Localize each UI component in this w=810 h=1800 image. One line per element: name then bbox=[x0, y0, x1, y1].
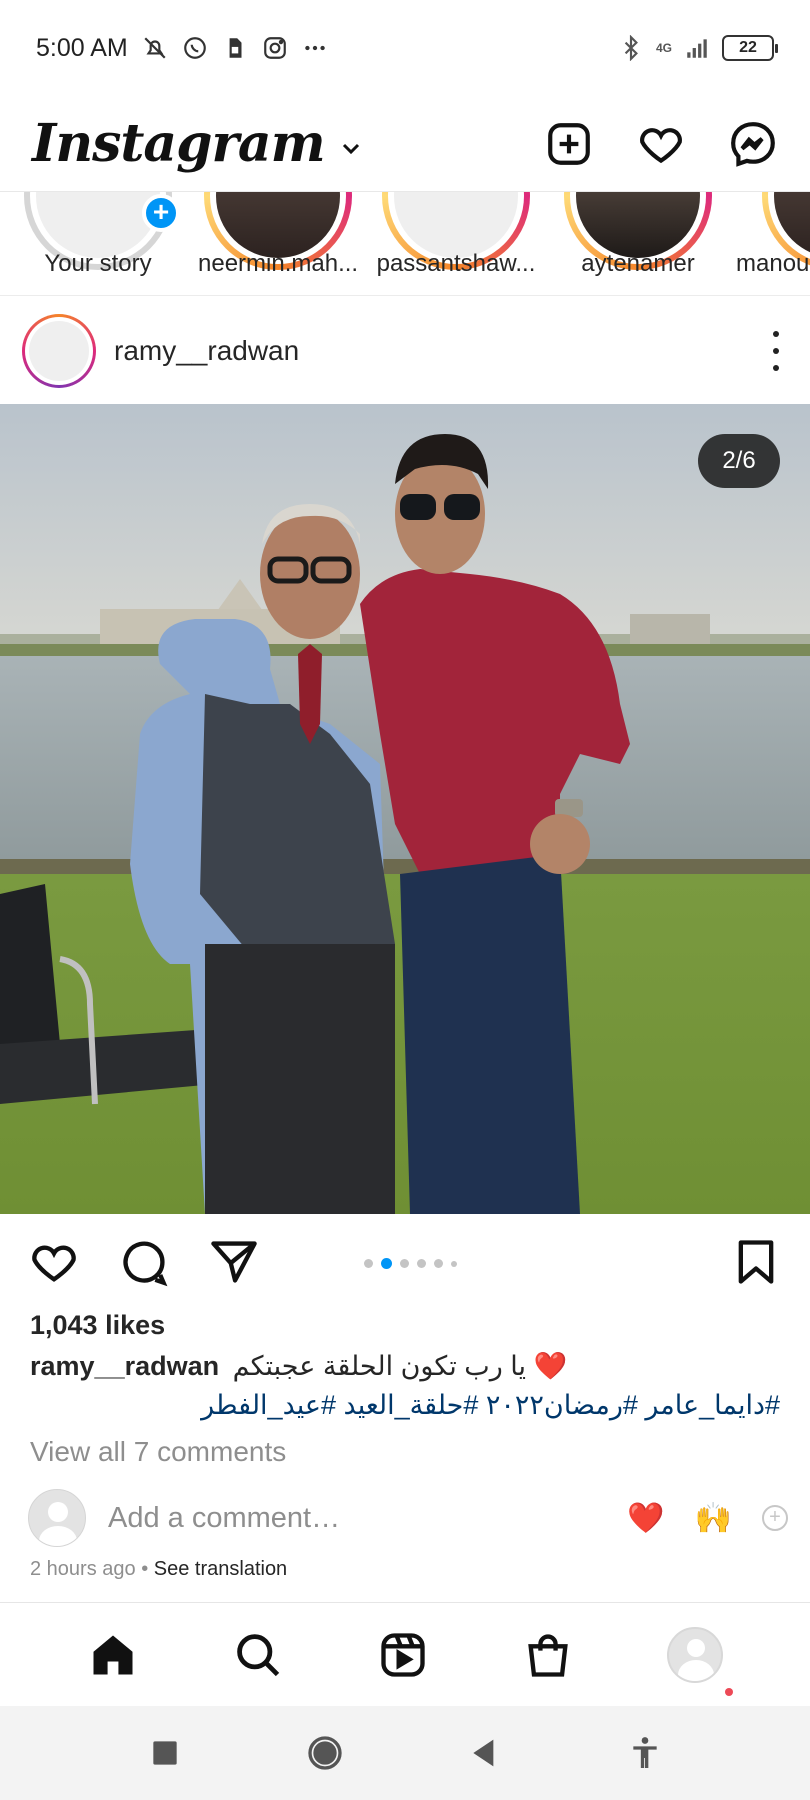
chevron-down-icon[interactable] bbox=[339, 137, 363, 161]
story-item[interactable]: passantshaw... bbox=[376, 192, 536, 295]
separator: • bbox=[135, 1558, 154, 1580]
story-own[interactable]: + Your story bbox=[18, 192, 180, 295]
story-name: manou bbox=[736, 250, 810, 277]
story-item[interactable]: manou bbox=[726, 192, 810, 295]
carousel-dot bbox=[434, 1259, 443, 1268]
carousel-dot bbox=[364, 1259, 373, 1268]
battery-icon: 22 bbox=[722, 35, 778, 61]
story-name: aytenamer bbox=[581, 250, 695, 277]
system-navigation-bar bbox=[0, 1706, 810, 1800]
status-bar: 5:00 AM 4G 22 bbox=[0, 0, 810, 96]
post-actions bbox=[0, 1222, 810, 1302]
recents-square-icon[interactable] bbox=[145, 1733, 185, 1773]
whatsapp-icon bbox=[183, 37, 206, 59]
quick-reaction-heart[interactable]: ❤️ bbox=[627, 1501, 664, 1536]
post-username[interactable]: ramy__radwan bbox=[114, 335, 299, 367]
messenger-icon[interactable] bbox=[728, 119, 778, 169]
bluetooth-icon bbox=[624, 35, 638, 61]
post-header: ramy__radwan bbox=[0, 298, 810, 404]
story-name: Your story bbox=[44, 250, 152, 277]
story-item[interactable]: neermin.mah... bbox=[198, 192, 358, 295]
status-time: 5:00 AM bbox=[36, 33, 128, 62]
network-type: 4G bbox=[655, 41, 672, 55]
quick-reactions: ❤️ 🙌 + bbox=[627, 1501, 788, 1536]
save-bookmark-icon[interactable] bbox=[730, 1236, 782, 1288]
instagram-logo[interactable]: Instagram bbox=[32, 113, 326, 174]
like-heart-icon[interactable] bbox=[28, 1236, 80, 1288]
app-header: Instagram bbox=[0, 96, 810, 192]
add-story-icon[interactable]: + bbox=[142, 194, 180, 232]
home-icon[interactable] bbox=[87, 1629, 139, 1681]
add-comment-row: Add a comment… ❤️ 🙌 + bbox=[28, 1488, 788, 1548]
carousel-dot bbox=[417, 1259, 426, 1268]
comment-icon[interactable] bbox=[118, 1236, 170, 1288]
search-icon[interactable] bbox=[232, 1629, 284, 1681]
page-indicator-badge: 2/6 bbox=[698, 434, 780, 488]
instagram-icon bbox=[263, 37, 286, 59]
add-comment-input[interactable]: Add a comment… bbox=[108, 1502, 340, 1535]
header-actions bbox=[544, 119, 778, 169]
post-caption: ramy__radwan يا رب تكون الحلقة عجبتكم ❤️ bbox=[30, 1350, 790, 1382]
mute-icon bbox=[144, 37, 166, 59]
reels-icon[interactable] bbox=[377, 1629, 429, 1681]
carousel-dot bbox=[451, 1260, 457, 1267]
likes-count[interactable]: 1,043 likes bbox=[30, 1310, 165, 1341]
accessibility-icon[interactable] bbox=[625, 1733, 665, 1773]
new-post-icon[interactable] bbox=[544, 119, 594, 169]
share-paper-plane-icon[interactable] bbox=[208, 1236, 260, 1288]
caption-username[interactable]: ramy__radwan bbox=[30, 1351, 219, 1381]
quick-reaction-raised-hands[interactable]: 🙌 bbox=[695, 1501, 732, 1536]
stories-tray: + Your story neermin.mah... passantshaw.… bbox=[0, 192, 810, 296]
sim-icon bbox=[229, 38, 242, 58]
battery-level: 22 bbox=[739, 39, 757, 56]
status-icons-left bbox=[142, 35, 328, 61]
story-name: neermin.mah... bbox=[198, 250, 358, 277]
user-avatar bbox=[28, 1489, 86, 1547]
carousel-dot-active bbox=[381, 1258, 392, 1269]
post-timestamp: 2 hours ago bbox=[30, 1558, 136, 1580]
story-name: passantshaw... bbox=[376, 250, 536, 277]
post-image[interactable]: 2/6 bbox=[0, 404, 810, 1214]
action-group bbox=[28, 1236, 260, 1288]
profile-avatar[interactable] bbox=[667, 1626, 724, 1683]
carousel-dot bbox=[400, 1259, 409, 1268]
post-photo bbox=[0, 404, 810, 1214]
post-timestamp-row: 2 hours ago • See translation bbox=[30, 1558, 287, 1581]
bottom-navigation bbox=[0, 1602, 810, 1706]
more-dots-icon bbox=[304, 45, 325, 51]
view-all-comments-link[interactable]: View all 7 comments bbox=[30, 1436, 286, 1468]
add-reaction-icon[interactable]: + bbox=[762, 1505, 788, 1531]
see-translation-link[interactable]: See translation bbox=[154, 1558, 287, 1580]
post-avatar[interactable] bbox=[22, 314, 96, 388]
story-item[interactable]: aytenamer bbox=[558, 192, 718, 295]
more-options-icon[interactable] bbox=[764, 329, 788, 373]
back-triangle-icon[interactable] bbox=[465, 1733, 505, 1773]
carousel-dots bbox=[364, 1258, 457, 1269]
activity-heart-icon[interactable] bbox=[636, 119, 686, 169]
caption-text: يا رب تكون الحلقة عجبتكم ❤️ bbox=[232, 1351, 568, 1381]
shop-icon[interactable] bbox=[522, 1629, 574, 1681]
caption-hashtags[interactable]: #دايما_عامر #رمضان٢٠٢٢ #حلقة_العيد #عيد_… bbox=[201, 1390, 780, 1421]
status-right: 4G 22 bbox=[618, 35, 778, 61]
notification-dot bbox=[725, 1688, 733, 1696]
signal-icon bbox=[687, 39, 707, 58]
home-circle-icon[interactable] bbox=[305, 1733, 345, 1773]
